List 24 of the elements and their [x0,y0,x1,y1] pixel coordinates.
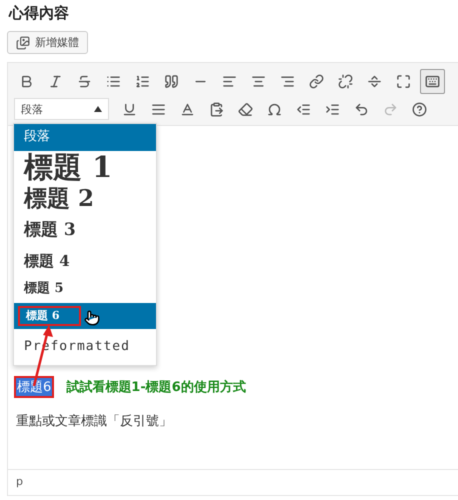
menu-item[interactable]: 標題 5 [14,275,156,303]
section-title: 心得內容 [9,4,70,23]
menu-item[interactable]: 標題 6 [14,303,156,329]
menu-item-label: 標題 5 [22,282,65,296]
note-text: 試試看標題1-標題6的使用方式 [66,378,246,396]
menu-item-label: 標題 2 [22,186,96,212]
menu-item[interactable]: 段落 [14,124,156,151]
menu-item-label: 標題 3 [22,220,77,240]
menu-item-label: 標題 1 [22,152,114,184]
menu-item[interactable]: 標題 3 [14,213,156,247]
menu-item-label: 標題 6 [18,306,82,326]
menu-item[interactable]: 標題 1 [14,151,156,185]
keyboard-icon[interactable] [420,68,445,94]
menu-item[interactable]: 標題 4 [14,247,156,275]
element-path: p [16,475,23,488]
paragraph-text: 重點或文章標識「反引號」 [16,413,173,430]
add-media-button[interactable]: 新增媒體 [7,31,88,54]
menu-item-label: 段落 [23,130,51,145]
menu-item-label: 標題 4 [22,252,71,270]
media-icon [16,36,30,50]
hand-cursor-icon [84,310,100,326]
caret-icon [94,106,102,112]
format-select[interactable]: 段落 [14,98,109,120]
menu-item[interactable]: 標題 2 [14,185,156,213]
